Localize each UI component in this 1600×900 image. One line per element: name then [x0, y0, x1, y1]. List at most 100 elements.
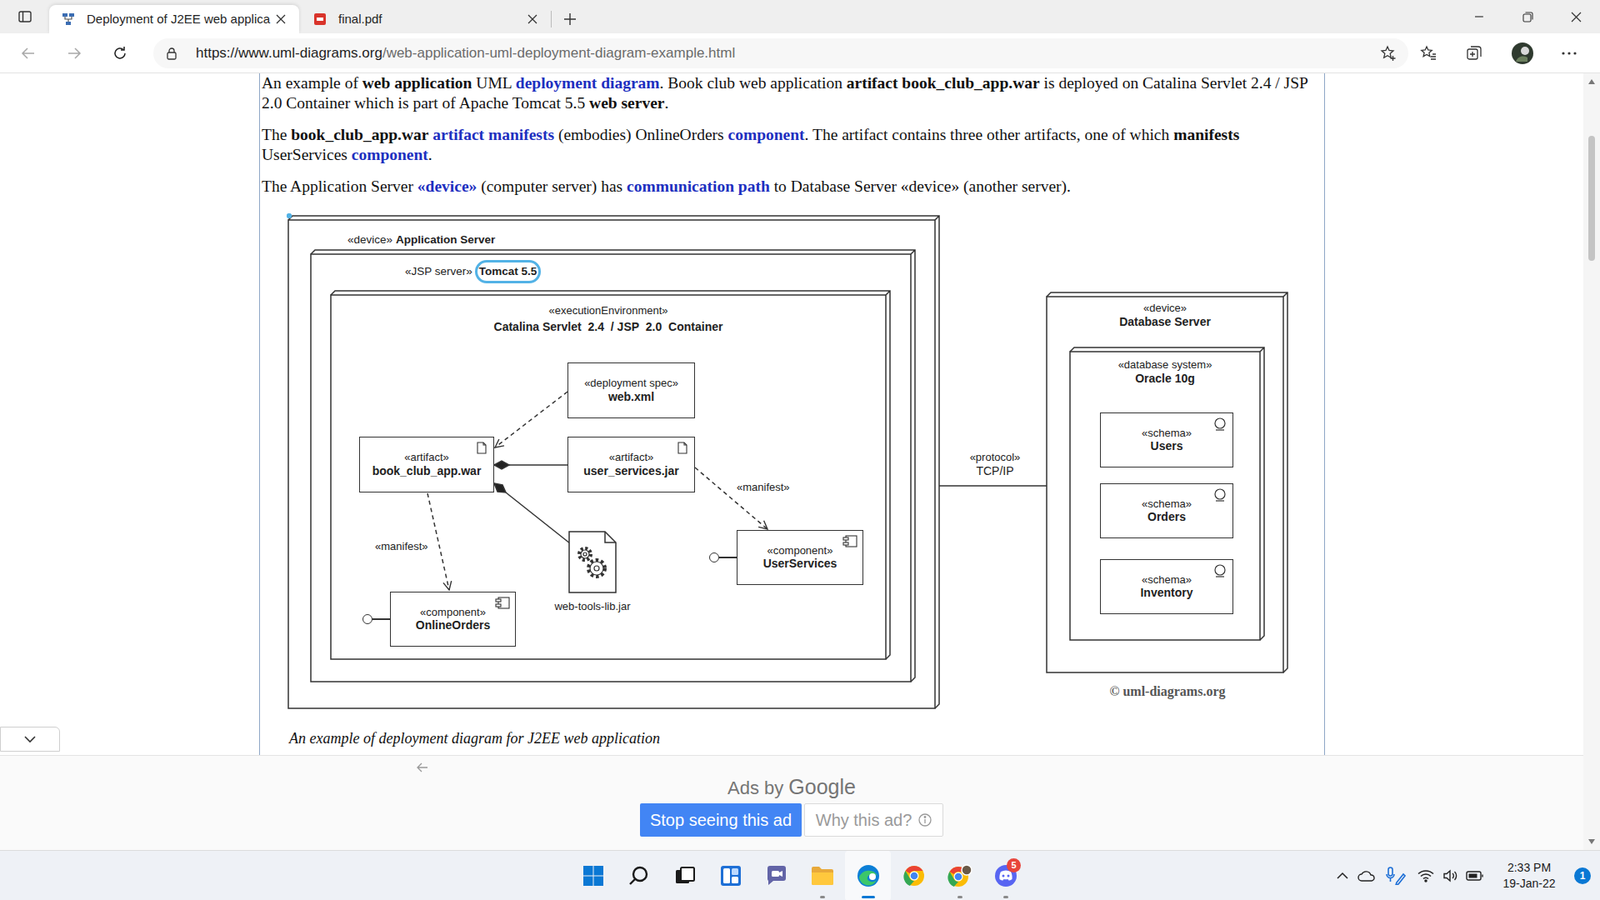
stop-ad-button[interactable]: Stop seeing this ad: [640, 803, 802, 837]
db-system-label: «database system» Oracle 10g: [1070, 358, 1260, 385]
stereotype: «schema»: [1141, 426, 1192, 440]
new-tab-icon[interactable]: [555, 5, 585, 34]
element-name: book_club_app.war: [372, 464, 482, 479]
scroll-down-icon[interactable]: [1583, 833, 1600, 850]
link[interactable]: component: [728, 125, 805, 144]
taskbar-apps: 5: [570, 850, 1029, 900]
schema: «schema»Orders: [1100, 483, 1234, 539]
clock[interactable]: 2:33 PM 19-Jan-22: [1489, 860, 1570, 892]
edge-icon[interactable]: [845, 850, 891, 900]
why-ad-button[interactable]: Why this ad?: [804, 803, 944, 837]
link[interactable]: communication path: [626, 177, 770, 195]
schema-icon: [1213, 417, 1227, 431]
text-span: The: [261, 125, 291, 144]
text-span: .: [664, 94, 669, 112]
add-favorite-icon[interactable]: [1376, 41, 1400, 65]
schema-icon: [1213, 564, 1227, 578]
url-path: /web-application-uml-deployment-diagram-…: [382, 45, 735, 61]
refresh-icon[interactable]: [103, 38, 137, 69]
scroll-track[interactable]: [1583, 90, 1600, 834]
text-span: . Book club web application: [660, 74, 847, 92]
link[interactable]: artifact manifests: [432, 125, 555, 144]
text-span: [428, 125, 433, 144]
notification-badge[interactable]: 1: [1574, 867, 1591, 885]
pen-mic-icon[interactable]: [1379, 859, 1413, 893]
name-part: Catalina Servlet: [494, 320, 585, 334]
content-column: An example of web application UML deploy…: [259, 73, 1325, 755]
search-icon[interactable]: [615, 850, 662, 900]
element-name: Inventory: [1140, 585, 1193, 600]
wifi-icon[interactable]: [1412, 859, 1440, 893]
task-view-icon[interactable]: [661, 850, 708, 900]
figure-caption: An example of deployment diagram for J2E…: [261, 728, 1318, 749]
profile-icon[interactable]: [1505, 38, 1540, 69]
chrome-profile-icon[interactable]: [936, 850, 983, 900]
chevron-up-icon[interactable]: [1330, 859, 1355, 893]
highlight-ring: [475, 260, 542, 284]
stereotype: «artifact»: [609, 450, 654, 465]
stereotype: «deployment spec»: [584, 376, 679, 390]
tab-list: Deployment of J2EE web applica final.pdf: [49, 0, 551, 34]
stereotype: «protocol»: [949, 450, 1041, 465]
minimize-icon[interactable]: [1455, 0, 1504, 34]
lock-icon[interactable]: [165, 46, 179, 60]
back-button[interactable]: [11, 38, 45, 69]
element-name: OnlineOrders: [415, 618, 490, 633]
collapse-tab[interactable]: [0, 726, 60, 752]
paragraph: The Application Server «device» (compute…: [261, 176, 1318, 197]
manifest-label: «manifest»: [375, 538, 429, 555]
ad-bar: Ads by Google Stop seeing this adWhy thi…: [0, 755, 1584, 850]
widgets-icon[interactable]: [707, 850, 754, 900]
browser-tab[interactable]: final.pdf: [300, 5, 551, 34]
close-window-icon[interactable]: [1551, 0, 1600, 34]
discord-badge: 5: [1006, 858, 1021, 873]
speaker-icon[interactable]: [1439, 859, 1461, 893]
link[interactable]: component: [351, 145, 429, 164]
provided-interface: [709, 552, 738, 563]
discord-icon[interactable]: 5: [982, 850, 1029, 900]
chrome-icon[interactable]: [890, 850, 937, 900]
web-server-label: «JSP server» Tomcat 5.5: [405, 263, 540, 280]
link[interactable]: deployment diagram: [515, 74, 660, 92]
scroll-thumb[interactable]: [1588, 135, 1595, 261]
scroll-up-icon[interactable]: [1583, 73, 1600, 90]
back-arrow-icon[interactable]: [416, 762, 430, 775]
stereotype: «component»: [420, 605, 486, 620]
restore-icon[interactable]: [1503, 0, 1552, 34]
browser-tab[interactable]: Deployment of J2EE web applica: [49, 5, 300, 34]
close-tab-icon[interactable]: [270, 9, 291, 30]
text-span: (embodies) OnlineOrders: [554, 125, 728, 144]
stereotype: «component»: [767, 544, 834, 558]
url-text[interactable]: https://www.uml-diagrams.org/web-applica…: [195, 42, 735, 65]
interface-circle: [362, 614, 373, 625]
protocol-name: TCP/IP: [949, 464, 1041, 479]
forward-button[interactable]: [57, 38, 91, 69]
pdf-file-icon: [313, 12, 327, 26]
start-icon[interactable]: [570, 850, 616, 900]
tab-actions-icon[interactable]: [0, 0, 50, 34]
favorites-icon[interactable]: [1411, 38, 1445, 69]
artifact-document-icon: [677, 441, 688, 455]
schema: «schema»Users: [1100, 412, 1234, 468]
close-tab-icon[interactable]: [522, 9, 543, 30]
running-indicator: [957, 895, 963, 899]
deployment-diagram: «device» Application Server «JSP server»…: [286, 213, 1295, 714]
element-name: user_services.jar: [583, 464, 679, 479]
uml-favicon-icon: [61, 12, 75, 26]
link[interactable]: «device»: [417, 177, 477, 195]
text-span: (computer server) has: [476, 177, 627, 195]
more-icon[interactable]: [1552, 38, 1586, 69]
battery-icon[interactable]: [1460, 859, 1490, 893]
chat-icon[interactable]: [753, 850, 800, 900]
tab-strip: Deployment of J2EE web applica final.pdf: [0, 0, 1600, 34]
tab-label: Deployment of J2EE web applica: [86, 10, 270, 30]
file-explorer-icon[interactable]: [799, 850, 845, 900]
node-name: Catalina Servlet 2.4 / JSP 2.0 Container: [330, 320, 886, 335]
stereotype: «schema»: [1141, 573, 1192, 587]
highlight-ring: [286, 213, 292, 219]
collections-icon[interactable]: [1457, 38, 1491, 69]
text-span: book_club_app.war: [290, 125, 429, 144]
scrollbar[interactable]: [1583, 73, 1600, 850]
onedrive-icon[interactable]: [1354, 859, 1380, 893]
address-bar[interactable]: https://www.uml-diagrams.org/web-applica…: [153, 38, 1409, 69]
